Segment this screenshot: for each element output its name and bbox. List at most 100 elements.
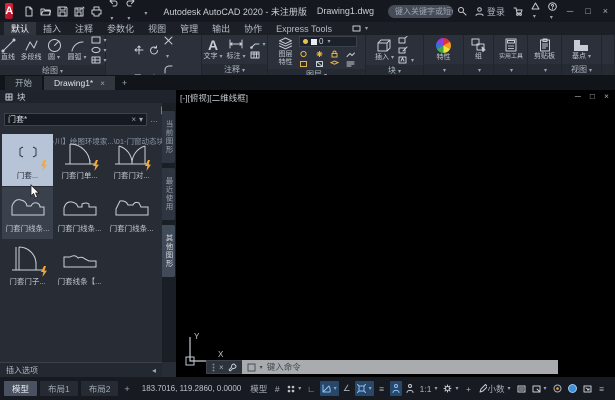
ui-lock-icon[interactable] (530, 381, 549, 396)
command-wrench-icon[interactable] (228, 363, 237, 372)
viewport-controls[interactable]: [-][俯视][二维线框] (180, 92, 248, 104)
side-tab-recent[interactable]: 最近使用 (162, 168, 175, 220)
layer-match-icon[interactable] (346, 50, 358, 58)
panel-label-clipboard[interactable] (528, 64, 561, 75)
panel-label-properties[interactable] (424, 64, 463, 75)
object-snap-icon[interactable] (355, 381, 374, 396)
command-line-grip[interactable]: × (206, 360, 242, 374)
workspace-gear-icon[interactable] (441, 381, 460, 396)
clipboard-button[interactable]: 剪贴板 (533, 38, 556, 60)
edit-block-icon[interactable] (398, 46, 414, 54)
properties-button[interactable]: 特性 (433, 38, 454, 61)
app-store-cart-icon[interactable] (513, 7, 523, 16)
doc-restore-button[interactable]: □ (590, 91, 595, 101)
groups-button[interactable]: 组 (468, 38, 489, 60)
app-logo-icon[interactable]: A (5, 3, 13, 19)
new-layout-icon[interactable]: + (121, 384, 132, 394)
arc-tool[interactable]: 圆弧 (67, 38, 88, 61)
text-tool[interactable]: A 文字 (203, 38, 224, 60)
annotation-autoscale-icon[interactable] (404, 381, 416, 396)
layer-current-icon[interactable] (330, 60, 342, 68)
create-block-icon[interactable] (398, 36, 414, 44)
ribbon-tab-manage[interactable]: 管理 (173, 22, 205, 35)
block-tile-doorframe[interactable]: 门套... (2, 134, 53, 186)
ellipse-tool-icon[interactable] (91, 46, 107, 54)
block-tile-moulding-1[interactable]: 门套门线条... (2, 187, 53, 239)
block-tile-door-leaf[interactable]: 门套门子... (2, 240, 53, 292)
block-tile-single-door[interactable]: 门套门单... (54, 134, 105, 186)
file-tab-close-icon[interactable]: × (100, 79, 105, 88)
close-button[interactable]: × (601, 6, 610, 16)
collapse-options-icon[interactable]: ◂ (152, 366, 156, 375)
save-as-icon[interactable] (74, 6, 85, 17)
new-drawing-tab-icon[interactable]: + (117, 76, 132, 90)
save-icon[interactable] (57, 6, 68, 17)
command-line[interactable]: × ▾ 键入命令 (206, 360, 558, 374)
grid-toggle-icon[interactable]: # (271, 381, 283, 396)
open-file-icon[interactable] (40, 6, 51, 17)
side-tab-current-drawing[interactable]: 当前图形 (162, 111, 175, 163)
utilities-button[interactable]: 实用工具 (496, 38, 525, 60)
lineweight-icon[interactable]: ≡ (376, 381, 388, 396)
plot-icon[interactable] (91, 6, 102, 17)
block-attributes-icon[interactable] (398, 56, 414, 64)
ribbon-tab-output[interactable]: 输出 (205, 22, 237, 35)
command-close-icon[interactable]: × (219, 363, 224, 372)
block-tile-moulding-3[interactable]: 门套门线条... (106, 187, 157, 239)
signin-user-icon[interactable]: 登录 (475, 5, 505, 18)
block-tile-moulding-2[interactable]: 门套门线条... (54, 187, 105, 239)
ribbon-tab-view[interactable]: 视图 (141, 22, 173, 35)
rectangle-tool-icon[interactable] (91, 36, 107, 44)
layer-off-icon[interactable] (299, 50, 311, 58)
model-space-toggle[interactable]: 模型 (248, 381, 269, 396)
isodraft-icon[interactable]: ∠ (341, 381, 353, 396)
move-tool-icon[interactable] (134, 45, 144, 55)
help-search-input[interactable]: 键入关键字或短语 (388, 5, 453, 18)
trim-tool-icon[interactable] (164, 36, 173, 63)
ribbon-tab-annotate[interactable]: 注释 (68, 22, 100, 35)
tab-layout1[interactable]: 布局1 (40, 381, 78, 396)
leader-tool-icon[interactable] (250, 41, 266, 49)
customize-icon[interactable]: ≡ (596, 381, 608, 396)
snap-mode-icon[interactable] (285, 381, 303, 396)
panel-label-view[interactable]: 视图 (562, 64, 601, 75)
file-tab-drawing1[interactable]: Drawing1* × (44, 76, 115, 90)
annotation-monitor-icon[interactable]: + (463, 381, 475, 396)
help-icon[interactable] (548, 2, 557, 21)
new-file-icon[interactable] (23, 6, 34, 17)
table-tool-icon[interactable] (250, 51, 266, 59)
signin-label[interactable]: 登录 (487, 5, 505, 18)
layer-properties-button[interactable]: 图层特性 (275, 37, 296, 66)
filter-dropdown-icon[interactable]: ▾ (139, 115, 143, 124)
side-tab-other-drawings[interactable]: 其他图形 (162, 225, 175, 277)
insert-block-button[interactable]: 插入 (374, 38, 395, 61)
command-recent-icon[interactable]: ▾ (260, 364, 263, 371)
layer-unisolate-icon[interactable] (315, 60, 327, 68)
clear-filter-icon[interactable]: × (131, 115, 136, 124)
units-button[interactable]: 小数 (477, 381, 513, 396)
ribbon-tab-insert[interactable]: 插入 (36, 22, 68, 35)
panel-label-groups[interactable] (464, 64, 493, 75)
doc-close-button[interactable]: × (604, 91, 609, 101)
panel-label-annotation[interactable]: 注释 (202, 64, 267, 75)
command-input[interactable]: ▾ 键入命令 (242, 360, 558, 374)
layer-dropdown[interactable]: 0 (299, 36, 357, 47)
rotate-tool-icon[interactable] (149, 45, 159, 55)
polyline-tool[interactable]: 多段线 (21, 38, 42, 61)
clean-screen-icon[interactable] (581, 381, 594, 396)
polar-tracking-icon[interactable] (320, 381, 339, 396)
block-tile-moulding-4[interactable]: 门套线条【... (54, 240, 105, 292)
isolate-objects-icon[interactable] (551, 381, 564, 396)
minimize-button[interactable]: ─ (565, 6, 575, 16)
block-tile-double-door[interactable]: 门套门对... (106, 134, 157, 186)
ortho-toggle-icon[interactable]: ∟ (305, 381, 317, 396)
file-tab-start[interactable]: 开始 (5, 76, 42, 90)
layer-freeze-icon[interactable] (315, 50, 327, 58)
block-filter-input[interactable]: 门套* × ▾ (4, 113, 147, 126)
ribbon-tab-parametric[interactable]: 参数化 (100, 22, 141, 35)
palette-header[interactable]: 块 (0, 90, 176, 103)
line-tool[interactable]: 直线 (0, 38, 19, 61)
annotation-visibility-icon[interactable] (390, 381, 402, 396)
quick-properties-icon[interactable] (515, 381, 528, 396)
ribbon-display-toggle-icon[interactable] (345, 22, 375, 35)
